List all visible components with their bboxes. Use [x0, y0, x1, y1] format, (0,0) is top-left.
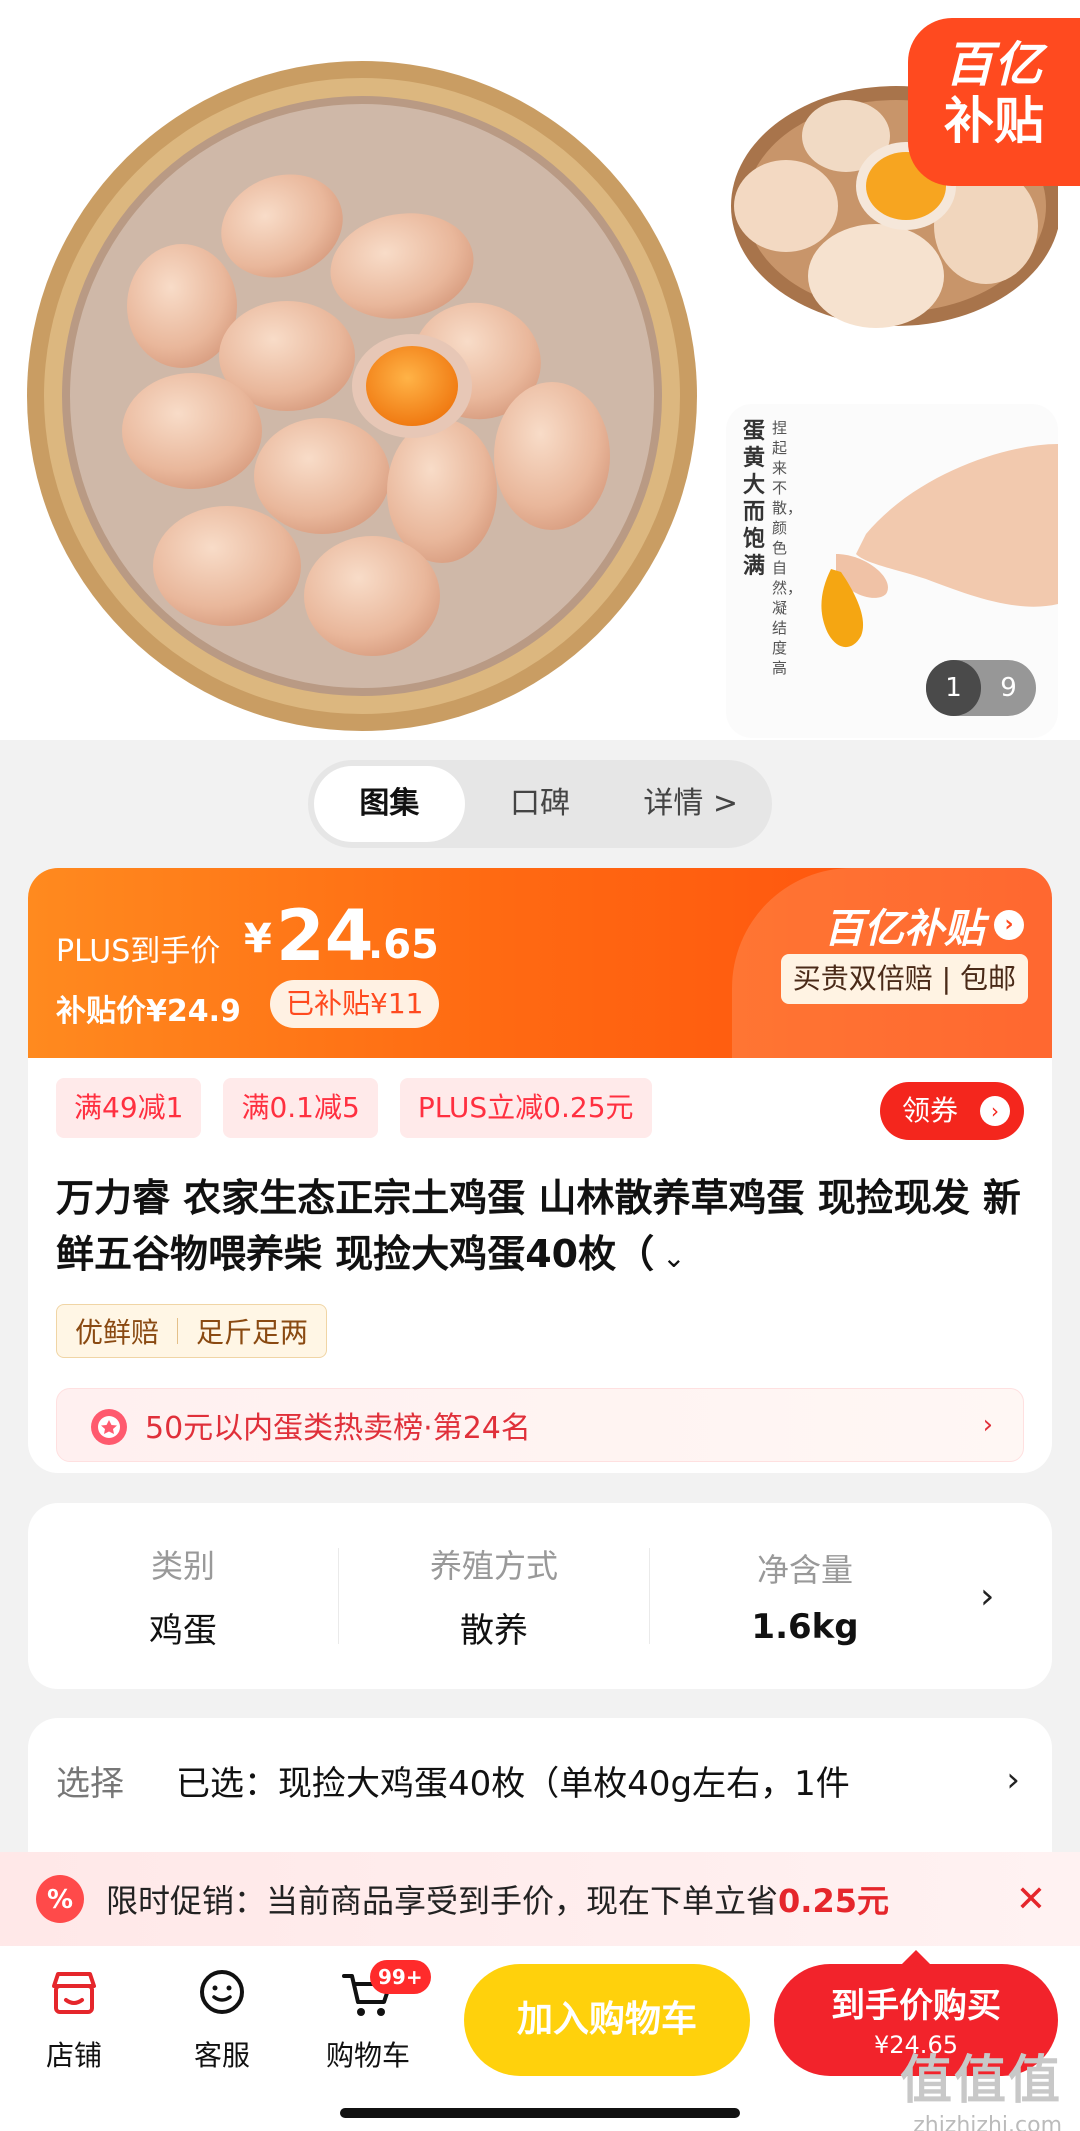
attribute-value: 1.6kg	[751, 1607, 859, 1647]
service-tag: 足斤足两	[196, 1316, 309, 1349]
ranking-text: 50元以内蛋类热卖榜·第24名	[145, 1411, 531, 1446]
badge-line-1: 百亿	[944, 37, 1043, 93]
shop-icon	[52, 1972, 96, 2014]
yolk-caption: 蛋黄大而饱满	[743, 419, 766, 579]
image-pager: 1 9	[926, 660, 1036, 716]
cart-count-badge: 99+	[370, 1960, 431, 1994]
chevron-right-icon: ›	[994, 910, 1024, 940]
currency-symbol: ¥	[244, 916, 272, 962]
attributes-card[interactable]: 类别 鸡蛋 养殖方式 散养 净含量 1.6kg ›	[28, 1503, 1052, 1689]
watermark-logo: 值值值	[899, 2051, 1062, 2111]
chevron-right-icon: ›	[1006, 1760, 1020, 1800]
select-label: 选择	[56, 1764, 124, 1804]
tab-details[interactable]: 详情 >	[615, 766, 766, 842]
svg-text:%: %	[47, 1885, 73, 1915]
image-gallery[interactable]: 百亿 补贴 蛋黄大而饱满 捏起来不散，颜色自然，凝结度高 1 9	[0, 0, 1080, 740]
main-product-image[interactable]	[22, 56, 705, 738]
expand-title-icon[interactable]: ⌄	[662, 1241, 685, 1274]
attribute-key: 类别	[150, 1546, 215, 1585]
tab-reviews[interactable]: 口碑	[465, 766, 616, 842]
price-decimal: .65	[368, 922, 439, 968]
price-integer: 24	[276, 895, 374, 977]
watermark: 值值值 zhizhizhi.com	[900, 2038, 1062, 2131]
gallery-tabs: 图集 口碑 详情 >	[308, 760, 772, 848]
selected-sku: 已选：现捡大鸡蛋40枚（单枚40g左右，1件	[176, 1764, 850, 1804]
billion-subsidy-link[interactable]: 百亿补贴 ›	[824, 896, 1024, 954]
promotion-prefix: 限时促销：当前商品享受到手价，现在下单立省	[106, 1882, 779, 1920]
attribute-key: 养殖方式	[429, 1546, 558, 1585]
price-banner: PLUS到手价 ¥ 24 .65 补贴价¥24.9 已补贴¥11 百亿补贴 › …	[28, 868, 1052, 1058]
brand-label: 百亿补贴	[824, 906, 984, 952]
coupon-list: 满49减1 满0.1减5 PLUS立减0.25元	[56, 1078, 674, 1138]
cart-button[interactable]: 99+ 购物车	[318, 1960, 431, 2074]
chevron-right-icon[interactable]: ›	[980, 1576, 994, 1617]
subsidy-price: 补贴价¥24.9	[56, 994, 241, 1029]
promotion-text: 限时促销：当前商品享受到手价，现在下单立省0.25元	[106, 1876, 1016, 1922]
coupon-tag[interactable]: 满0.1减5	[223, 1078, 378, 1138]
chevron-right-icon: ›	[982, 1410, 993, 1440]
coupon-tag[interactable]: 满49减1	[56, 1078, 202, 1138]
get-coupon-button[interactable]: 领券 ›	[880, 1082, 1024, 1140]
discount-icon: %	[36, 1875, 84, 1923]
close-icon[interactable]: ✕	[1016, 1879, 1046, 1920]
product-title: 万力睿 农家生态正宗土鸡蛋 山林散养草鸡蛋 现捡现发 新鲜五谷物喂养柴 现捡大鸡…	[56, 1170, 1036, 1286]
plus-price-label: PLUS到手价	[56, 934, 221, 969]
medal-icon	[91, 1409, 127, 1445]
ranking-banner[interactable]: 50元以内蛋类热卖榜·第24名 ›	[56, 1388, 1024, 1462]
subsidized-amount: 已补贴¥11	[270, 980, 440, 1028]
customer-service-button[interactable]: 客服	[172, 1964, 272, 2074]
egg-basket-image	[27, 61, 697, 731]
billion-subsidy-badge: 百亿 补贴	[908, 18, 1080, 186]
attribute-value: 散养	[460, 1610, 528, 1651]
coupon-tag[interactable]: PLUS立减0.25元	[399, 1078, 652, 1138]
home-indicator	[340, 2108, 740, 2118]
badge-line-2: 补贴	[944, 92, 1044, 150]
shop-button[interactable]: 店铺	[24, 1964, 124, 2074]
product-title-text: 万力睿 农家生态正宗土鸡蛋 山林散养草鸡蛋 现捡现发 新鲜五谷物喂养柴 现捡大鸡…	[56, 1176, 1021, 1276]
yolk-subcaption: 捏起来不散，颜色自然，凝结度高	[772, 419, 803, 677]
pager-current: 1	[926, 660, 981, 716]
promotion-banner: % 限时促销：当前商品享受到手价，现在下单立省0.25元 ✕	[0, 1852, 1080, 1946]
attribute-farming: 养殖方式 散养	[339, 1541, 649, 1652]
add-to-cart-button[interactable]: 加入购物车	[464, 1964, 750, 2076]
chat-icon	[200, 1970, 244, 2014]
promotion-amount: 0.25元	[778, 1882, 889, 1920]
attribute-net-weight: 净含量 1.6kg	[650, 1545, 960, 1647]
service-label: 客服	[193, 2039, 250, 2072]
chevron-right-icon: ›	[980, 1096, 1010, 1126]
get-coupon-label: 领券	[902, 1094, 959, 1127]
cart-label: 购物车	[325, 2039, 410, 2072]
attribute-key: 净含量	[756, 1551, 853, 1589]
price-card: PLUS到手价 ¥ 24 .65 补贴价¥24.9 已补贴¥11 百亿补贴 › …	[28, 868, 1052, 1473]
shop-label: 店铺	[45, 2039, 102, 2072]
buy-button-pointer	[902, 1950, 930, 1964]
attribute-value: 鸡蛋	[149, 1610, 217, 1651]
pager-total: 9	[1000, 673, 1017, 703]
watermark-url: zhizhizhi.com	[913, 2113, 1062, 2131]
service-tag: 优鲜赔	[75, 1316, 160, 1349]
service-tags: 优鲜赔 足斤足两	[56, 1304, 328, 1358]
guarantee-badge[interactable]: 买贵双倍赔 | 包邮	[780, 954, 1028, 1004]
buy-button-label: 到手价购买	[831, 1986, 1001, 2026]
attribute-category: 类别 鸡蛋	[28, 1541, 338, 1652]
tab-gallery[interactable]: 图集	[314, 766, 465, 842]
